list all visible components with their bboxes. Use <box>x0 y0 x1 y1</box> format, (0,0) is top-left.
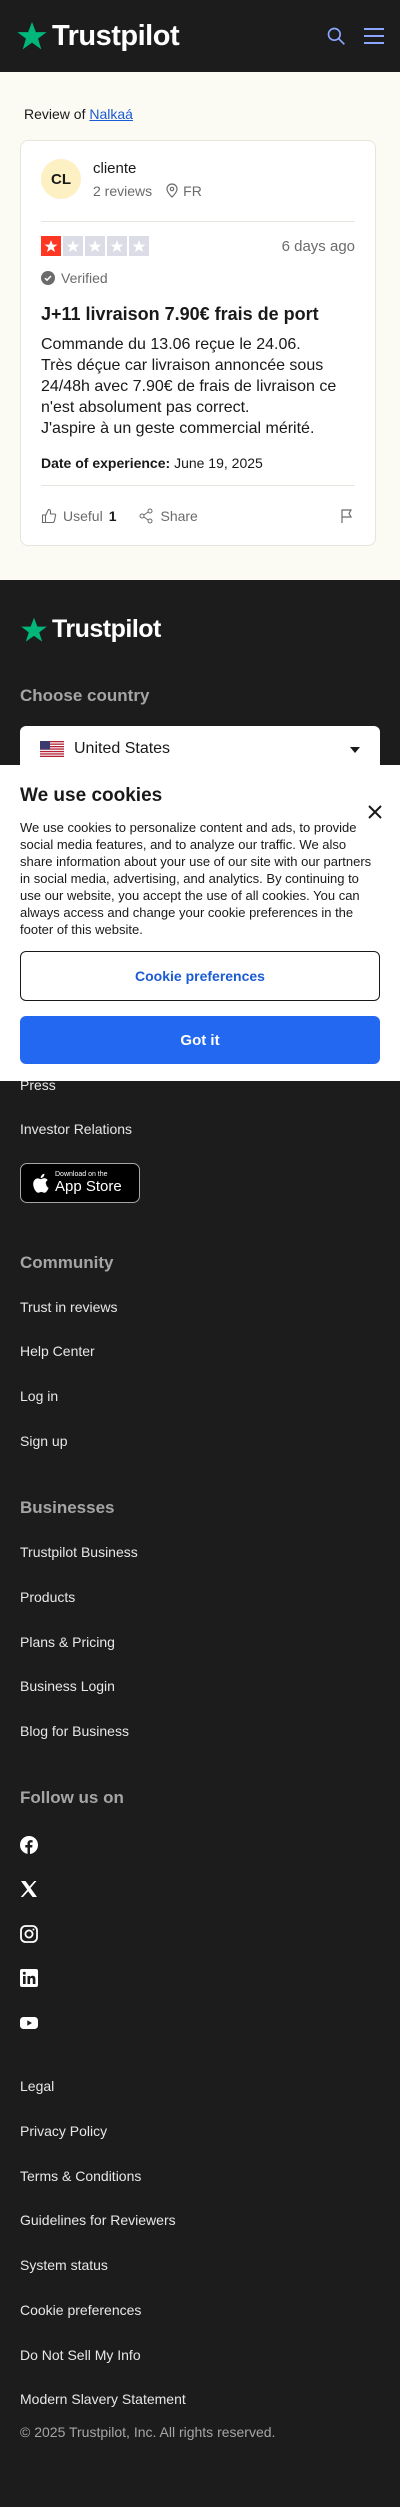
review-body-line: Très déçue car livraison annoncée sous 2… <box>41 357 337 416</box>
facebook-icon[interactable] <box>20 1836 38 1854</box>
app-store-line2: App Store <box>55 1178 122 1195</box>
cookie-preferences-button[interactable]: Cookie preferences <box>20 951 380 1001</box>
footer-link-guidelines-for-reviewers[interactable]: Guidelines for Reviewers <box>20 2212 176 2228</box>
chevron-down-icon <box>350 740 360 758</box>
cookie-banner: We use cookies We use cookies to persona… <box>0 765 400 1081</box>
verified-badge[interactable]: Verified <box>41 270 355 286</box>
footer-link-sign-up[interactable]: Sign up <box>20 1433 67 1449</box>
review-body: Commande du 13.06 reçue le 24.06. Très d… <box>41 334 355 439</box>
footer-link-trustpilot-business[interactable]: Trustpilot Business <box>20 1544 138 1560</box>
share-button[interactable]: Share <box>138 507 198 524</box>
verified-check-icon <box>41 271 55 285</box>
footer-link-business-login[interactable]: Business Login <box>20 1678 115 1694</box>
footer-link-investor-relations[interactable]: Investor Relations <box>20 1121 132 1137</box>
close-icon[interactable] <box>368 805 382 819</box>
footer-link-legal[interactable]: Legal <box>20 2078 54 2094</box>
useful-label: Useful <box>63 507 103 524</box>
follow-us-heading: Follow us on <box>20 1788 124 1807</box>
date-of-experience: Date of experience: June 19, 2025 <box>41 455 355 471</box>
footer-link-log-in[interactable]: Log in <box>20 1388 58 1404</box>
star-rating <box>41 236 149 256</box>
menu-icon[interactable] <box>364 27 384 45</box>
footer-link-terms-conditions[interactable]: Terms & Conditions <box>20 2168 141 2184</box>
footer-link-plans-pricing[interactable]: Plans & Pricing <box>20 1634 115 1650</box>
trustpilot-logo[interactable]: Trustpilot <box>16 19 180 53</box>
star-logo-icon <box>17 22 47 50</box>
accept-cookies-button[interactable]: Got it <box>20 1016 380 1064</box>
business-link[interactable]: Nalkaá <box>89 106 133 122</box>
linkedin-icon[interactable] <box>20 1969 38 1987</box>
review-card: CL cliente 2 reviews FR 6 days ago Verif… <box>20 140 376 546</box>
flag-icon[interactable] <box>339 508 355 524</box>
cookie-title: We use cookies <box>20 785 163 806</box>
copyright: © 2025 Trustpilot, Inc. All rights reser… <box>20 2424 276 2440</box>
footer-link-blog-for-business[interactable]: Blog for Business <box>20 1723 129 1739</box>
review-title: J+11 livraison 7.90€ frais de port <box>41 304 319 324</box>
footer-link-trust-in-reviews[interactable]: Trust in reviews <box>20 1299 118 1315</box>
footer-link-do-not-sell[interactable]: Do Not Sell My Info <box>20 2347 141 2363</box>
review-of-label: Review of <box>24 106 86 122</box>
star-logo-icon <box>21 617 47 642</box>
footer-link-system-status[interactable]: System status <box>20 2257 108 2273</box>
avatar[interactable]: CL <box>41 159 81 199</box>
review-count: 2 reviews <box>93 182 153 199</box>
location-pin-icon <box>166 183 178 198</box>
footer-link-cookie-preferences[interactable]: Cookie preferences <box>20 2302 141 2318</box>
review-date: 6 days ago <box>281 237 355 255</box>
businesses-heading: Businesses <box>20 1498 115 1517</box>
app-store-badge[interactable]: Download on the App Store <box>20 1163 140 1203</box>
x-icon[interactable] <box>20 1880 38 1898</box>
share-icon <box>139 508 153 523</box>
star-icon <box>129 236 149 256</box>
footer-link-products[interactable]: Products <box>20 1589 75 1605</box>
footer-link-privacy-policy[interactable]: Privacy Policy <box>20 2123 107 2139</box>
star-icon <box>85 236 105 256</box>
cookie-text: We use cookies to personalize content an… <box>20 820 372 937</box>
site-header: Trustpilot <box>0 0 400 72</box>
star-icon <box>41 236 61 256</box>
brand-name: Trustpilot <box>52 19 180 52</box>
star-icon <box>107 236 127 256</box>
review-body-line: Commande du 13.06 reçue le 24.06. <box>41 336 301 353</box>
useful-count: 1 <box>108 507 117 524</box>
star-icon <box>63 236 83 256</box>
reviewer-country: FR <box>183 182 202 199</box>
footer-logo[interactable]: Trustpilot <box>20 615 161 644</box>
experience-label: Date of experience: <box>41 455 171 471</box>
footer-brand-name: Trustpilot <box>52 615 161 643</box>
review-section: Review of Nalkaá CL cliente 2 reviews FR <box>0 72 400 580</box>
choose-country-heading: Choose country <box>20 686 150 705</box>
community-heading: Community <box>20 1253 114 1272</box>
instagram-icon[interactable] <box>20 1925 38 1943</box>
divider <box>41 221 355 222</box>
search-icon[interactable] <box>326 26 346 46</box>
share-label: Share <box>160 507 198 524</box>
footer-link-modern-slavery-statement[interactable]: Modern Slavery Statement <box>20 2391 186 2407</box>
selected-country: United States <box>74 740 171 757</box>
verified-label: Verified <box>61 270 108 286</box>
us-flag-icon <box>40 741 64 757</box>
review-of-line: Review of Nalkaá <box>24 106 133 122</box>
useful-button[interactable]: Useful 1 <box>41 508 116 524</box>
apple-icon <box>33 1173 49 1193</box>
thumbs-up-icon <box>41 508 57 523</box>
youtube-icon[interactable] <box>20 2014 38 2032</box>
review-body-line: J'aspire à un geste commercial mérité. <box>41 420 315 437</box>
experience-date: June 19, 2025 <box>174 455 263 471</box>
footer-link-help-center[interactable]: Help Center <box>20 1343 95 1359</box>
reviewer-name[interactable]: cliente <box>93 160 202 177</box>
